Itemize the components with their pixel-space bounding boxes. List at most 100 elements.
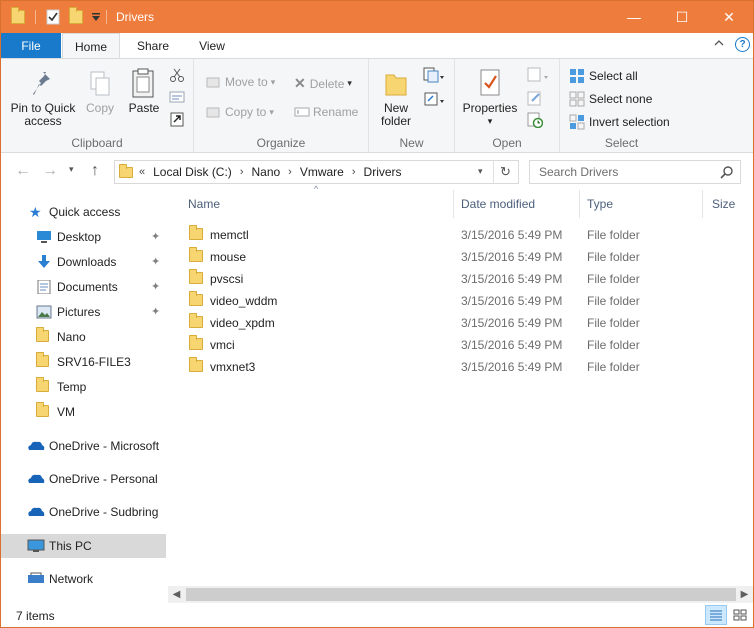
column-header-name[interactable]: Name bbox=[188, 190, 453, 218]
pin-icon[interactable]: ✦ bbox=[151, 230, 160, 243]
invert-selection-button[interactable]: Invert selection bbox=[569, 114, 670, 130]
sidebar-item-vm[interactable]: VM bbox=[1, 400, 166, 424]
copy-path-icon[interactable] bbox=[169, 90, 185, 104]
collapse-ribbon-icon[interactable] bbox=[714, 38, 724, 51]
sidebar-item-temp[interactable]: Temp bbox=[1, 375, 166, 399]
address-history-dropdown-icon[interactable]: ▾ bbox=[478, 166, 483, 177]
close-button[interactable]: ✕ bbox=[706, 1, 752, 33]
breadcrumb-local-disk[interactable]: Local Disk (C:) bbox=[153, 165, 232, 179]
select-all-button[interactable]: Select all bbox=[569, 68, 638, 84]
title-bar[interactable]: Drivers — ☐ ✕ bbox=[1, 1, 753, 33]
scrollbar-thumb[interactable] bbox=[186, 588, 736, 601]
pin-icon[interactable]: ✦ bbox=[151, 305, 160, 318]
folder-icon bbox=[36, 327, 49, 345]
details-view-button[interactable] bbox=[705, 605, 727, 625]
column-header-date-modified[interactable]: Date modified bbox=[461, 190, 579, 218]
sidebar-item-label: Temp bbox=[57, 380, 87, 394]
tab-share[interactable]: Share bbox=[125, 33, 181, 59]
folder-icon bbox=[11, 7, 25, 26]
cut-icon[interactable] bbox=[169, 67, 185, 83]
table-row[interactable]: video_xpdm 3/15/2016 5:49 PM File folder bbox=[184, 312, 744, 334]
horizontal-scrollbar[interactable]: ◀ ▶ bbox=[168, 586, 753, 603]
chevron-right-icon[interactable]: › bbox=[352, 166, 356, 178]
sidebar-item-srv16-file3[interactable]: SRV16-FILE3 bbox=[1, 350, 166, 374]
minimize-button[interactable]: — bbox=[611, 1, 657, 33]
file-date: 3/15/2016 5:49 PM bbox=[461, 228, 563, 242]
new-folder-icon[interactable] bbox=[69, 7, 83, 26]
paste-shortcut-icon[interactable] bbox=[169, 111, 185, 127]
select-group: Select all Select none Invert selection … bbox=[560, 59, 683, 152]
column-header-size[interactable]: Size bbox=[712, 190, 752, 218]
tab-home[interactable]: Home bbox=[62, 33, 120, 59]
chevron-right-icon[interactable]: › bbox=[240, 166, 244, 178]
table-row[interactable]: pvscsi 3/15/2016 5:49 PM File folder bbox=[184, 268, 744, 290]
sidebar-item-desktop[interactable]: Desktop ✦ bbox=[1, 225, 166, 249]
large-icons-view-button[interactable] bbox=[729, 605, 751, 625]
new-folder-icon bbox=[385, 74, 407, 96]
scroll-right-icon[interactable]: ▶ bbox=[736, 586, 753, 603]
sidebar-item-this-pc[interactable]: This PC bbox=[1, 534, 166, 558]
customize-dropdown-icon[interactable] bbox=[91, 8, 101, 26]
properties-check-icon[interactable] bbox=[46, 8, 60, 26]
open-group-label: Open bbox=[492, 136, 522, 150]
sidebar-item-nano[interactable]: Nano bbox=[1, 325, 166, 349]
sidebar-item-label: Downloads bbox=[57, 255, 117, 269]
maximize-button[interactable]: ☐ bbox=[659, 1, 705, 33]
copy-icon bbox=[90, 71, 110, 96]
history-icon[interactable] bbox=[527, 112, 543, 128]
move-to-button[interactable]: Move to ▾ bbox=[206, 75, 275, 89]
copy-button[interactable]: Copy bbox=[81, 69, 119, 115]
table-row[interactable]: vmxnet3 3/15/2016 5:49 PM File folder bbox=[184, 356, 744, 378]
back-arrow-icon[interactable]: ← bbox=[15, 162, 31, 180]
copy-to-button[interactable]: Copy to ▾ bbox=[206, 105, 274, 119]
pin-to-quick-access-button[interactable]: Pin to Quick access bbox=[7, 69, 79, 128]
pin-icon[interactable]: ✦ bbox=[151, 280, 160, 293]
chevron-right-icon[interactable]: › bbox=[288, 166, 292, 178]
sidebar-item-onedrive-microsoft[interactable]: OneDrive - Microsoft bbox=[1, 434, 166, 458]
select-all-label: Select all bbox=[589, 69, 638, 83]
sidebar-item-onedrive-personal[interactable]: OneDrive - Personal bbox=[1, 467, 166, 491]
select-none-button[interactable]: Select none bbox=[569, 91, 652, 107]
recent-locations-icon[interactable]: ▾ bbox=[69, 164, 74, 175]
search-input[interactable]: Search Drivers bbox=[529, 160, 741, 184]
sidebar-item-quick-access[interactable]: ★ Quick access bbox=[1, 200, 166, 224]
open-icon[interactable] bbox=[527, 67, 551, 83]
sidebar-item-documents[interactable]: Documents ✦ bbox=[1, 275, 166, 299]
breadcrumb-nano[interactable]: Nano bbox=[251, 165, 280, 179]
delete-button[interactable]: ✕ Delete ▾ bbox=[294, 75, 352, 92]
breadcrumb-vmware[interactable]: Vmware bbox=[300, 165, 344, 179]
help-icon[interactable]: ? bbox=[735, 37, 750, 52]
up-arrow-icon[interactable]: ↑ bbox=[91, 162, 99, 180]
easy-access-icon[interactable] bbox=[423, 91, 445, 107]
edit-icon[interactable] bbox=[527, 90, 543, 106]
table-row[interactable]: vmci 3/15/2016 5:49 PM File folder bbox=[184, 334, 744, 356]
properties-button[interactable]: Properties ▾ bbox=[461, 67, 519, 128]
sidebar-item-network[interactable]: Network bbox=[1, 567, 166, 591]
forward-arrow-icon[interactable]: → bbox=[42, 162, 58, 180]
sidebar-item-pictures[interactable]: Pictures ✦ bbox=[1, 300, 166, 324]
rename-button[interactable]: Rename bbox=[294, 105, 358, 119]
file-type: File folder bbox=[587, 250, 640, 264]
tab-view[interactable]: View bbox=[184, 33, 240, 59]
file-date: 3/15/2016 5:49 PM bbox=[461, 360, 563, 374]
breadcrumb-overflow[interactable]: « bbox=[139, 166, 145, 178]
file-name: memctl bbox=[210, 228, 249, 242]
breadcrumb-drivers[interactable]: Drivers bbox=[364, 165, 402, 179]
column-header-type[interactable]: Type bbox=[587, 190, 702, 218]
table-row[interactable]: video_wddm 3/15/2016 5:49 PM File folder bbox=[184, 290, 744, 312]
table-row[interactable]: mouse 3/15/2016 5:49 PM File folder bbox=[184, 246, 744, 268]
paste-button[interactable]: Paste bbox=[123, 67, 165, 115]
pin-icon[interactable]: ✦ bbox=[151, 255, 160, 268]
sidebar-item-downloads[interactable]: Downloads ✦ bbox=[1, 250, 166, 274]
tab-file[interactable]: File bbox=[1, 33, 61, 59]
refresh-icon[interactable]: ↻ bbox=[500, 164, 511, 180]
scroll-left-icon[interactable]: ◀ bbox=[168, 586, 185, 603]
sidebar-item-onedrive-sudbring[interactable]: OneDrive - Sudbring bbox=[1, 500, 166, 524]
sidebar-item-label: Pictures bbox=[57, 305, 101, 319]
new-item-icon[interactable] bbox=[423, 67, 445, 83]
new-folder-button[interactable]: New folder bbox=[373, 67, 419, 128]
table-row[interactable]: memctl 3/15/2016 5:49 PM File folder bbox=[184, 224, 744, 246]
sidebar-item-label: This PC bbox=[49, 539, 92, 553]
address-bar[interactable]: « Local Disk (C:) › Nano › Vmware › Driv… bbox=[114, 160, 519, 184]
search-icon[interactable] bbox=[720, 166, 733, 179]
